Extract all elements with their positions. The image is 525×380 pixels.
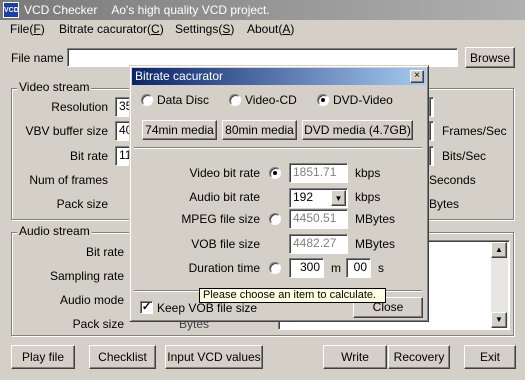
bytes-unit: Bytes [429, 197, 460, 211]
video-bit-rate-label: Bit rate [69, 149, 108, 163]
menu-settings[interactable]: Settings(S) [175, 22, 234, 36]
checklist-button[interactable]: Checklist [89, 345, 156, 369]
file-name-label: File name [11, 51, 64, 65]
dialog-title-bar[interactable]: Bitrate cacurator × [132, 68, 426, 85]
title-bar[interactable]: VCD VCD Checker Ao's high quality VCD pro… [0, 0, 525, 20]
video-stream-title: Video stream [17, 80, 92, 94]
dlg-duration-minutes-field[interactable]: 300 [289, 258, 324, 278]
dlg-video-bitrate-label: Video bit rate [189, 166, 261, 180]
dlg-vob-size-field[interactable]: 4482.27 [289, 234, 348, 254]
dialog-title: Bitrate cacurator [135, 69, 224, 83]
dlg-vob-size-label: VOB file size [191, 237, 260, 251]
seconds-unit: Seconds [429, 173, 476, 187]
audio-pack-size-label: Pack size [72, 317, 124, 331]
menu-about[interactable]: About(A) [247, 22, 294, 36]
dlg-audio-bitrate-select[interactable]: 192 ▼ [289, 188, 348, 208]
bits-per-sec-field [429, 146, 434, 166]
browse-button[interactable]: Browse [465, 47, 515, 68]
app-title: VCD Checker [24, 3, 98, 17]
menu-bar: File(F) Bitrate cacurator(C) Settings(S)… [0, 20, 525, 39]
74min-media-button[interactable]: 74min media [142, 120, 217, 140]
video-pack-size-label: Pack size [56, 197, 108, 211]
input-vcd-values-button[interactable]: Input VCD values [165, 345, 263, 369]
dialog-close-icon[interactable]: × [410, 70, 424, 83]
audio-mode-label: Audio mode [59, 293, 124, 307]
frame-rate-field [429, 121, 434, 141]
80min-media-button[interactable]: 80min media [222, 120, 297, 140]
dvd-video-radio[interactable] [317, 94, 329, 106]
exit-button[interactable]: Exit [464, 345, 516, 369]
resolution-label: Resolution [51, 100, 108, 114]
keep-vob-label: Keep VOB file size [157, 301, 258, 315]
data-disc-label: Data Disc [157, 93, 210, 107]
bits-per-sec-unit: Bits/Sec [442, 149, 487, 163]
bitrate-calculator-dialog: Bitrate cacurator × Data Disc Video-CD D… [129, 65, 429, 322]
write-button[interactable]: Write [323, 345, 387, 369]
dvd-video-label: DVD-Video [333, 93, 393, 107]
video-cd-radio[interactable] [229, 94, 241, 106]
audio-bit-rate-label: Bit rate [85, 245, 124, 259]
recovery-button[interactable]: Recovery [388, 345, 450, 369]
dialog-divider-top [134, 147, 422, 149]
vbv-buffer-label: VBV buffer size [25, 124, 109, 138]
dlg-duration-label: Duration time [188, 261, 260, 275]
data-disc-radio[interactable] [141, 94, 153, 106]
dlg-audio-bitrate-label: Audio bit rate [189, 190, 260, 204]
menu-bitrate-cacurator[interactable]: Bitrate cacurator(C) [59, 22, 164, 36]
dlg-duration-s-unit: s [378, 261, 384, 275]
menu-file[interactable]: File(F) [10, 22, 45, 36]
dlg-video-bitrate-unit: kbps [355, 166, 381, 180]
play-file-button[interactable]: Play file [11, 345, 75, 369]
calc-duration-radio[interactable] [269, 262, 281, 274]
audio-stream-title: Audio stream [17, 224, 92, 238]
vertical-scrollbar[interactable]: ▲ ▼ [491, 242, 508, 328]
dlg-audio-bitrate-value: 192 [293, 190, 314, 204]
resolution-extra-field [429, 97, 434, 117]
dvd-media-button[interactable]: DVD media (4.7GB) [302, 120, 413, 140]
dlg-audio-bitrate-unit: kbps [355, 190, 381, 204]
dlg-mpeg-size-label: MPEG file size [181, 212, 260, 226]
window-title: VCD Checker Ao's high quality VCD project… [24, 3, 270, 17]
dlg-duration-seconds-field[interactable]: 00 [346, 258, 371, 278]
dlg-mpeg-size-field[interactable]: 4450.51 [289, 209, 348, 229]
calc-video-bitrate-radio[interactable] [269, 167, 281, 179]
sampling-rate-label: Sampling rate [49, 269, 124, 283]
video-cd-label: Video-CD [245, 93, 297, 107]
app-icon: VCD [3, 2, 19, 18]
scroll-up-icon[interactable]: ▲ [491, 242, 507, 258]
chevron-down-icon[interactable]: ▼ [331, 190, 346, 206]
keep-vob-checkbox[interactable]: ✓ [140, 301, 153, 314]
frames-per-sec-unit: Frames/Sec [442, 124, 507, 138]
dlg-mpeg-size-unit: MBytes [355, 212, 396, 226]
dlg-duration-m-unit: m [331, 261, 341, 275]
calculate-tooltip: Please choose an item to calculate. [199, 288, 386, 303]
num-frames-label: Num of frames [29, 173, 108, 187]
app-subtitle: Ao's high quality VCD project. [111, 3, 270, 17]
dlg-vob-size-unit: MBytes [355, 237, 396, 251]
scroll-down-icon[interactable]: ▼ [491, 312, 507, 328]
dlg-video-bitrate-field[interactable]: 1851.71 [289, 163, 348, 183]
calc-mpeg-size-radio[interactable] [269, 213, 281, 225]
